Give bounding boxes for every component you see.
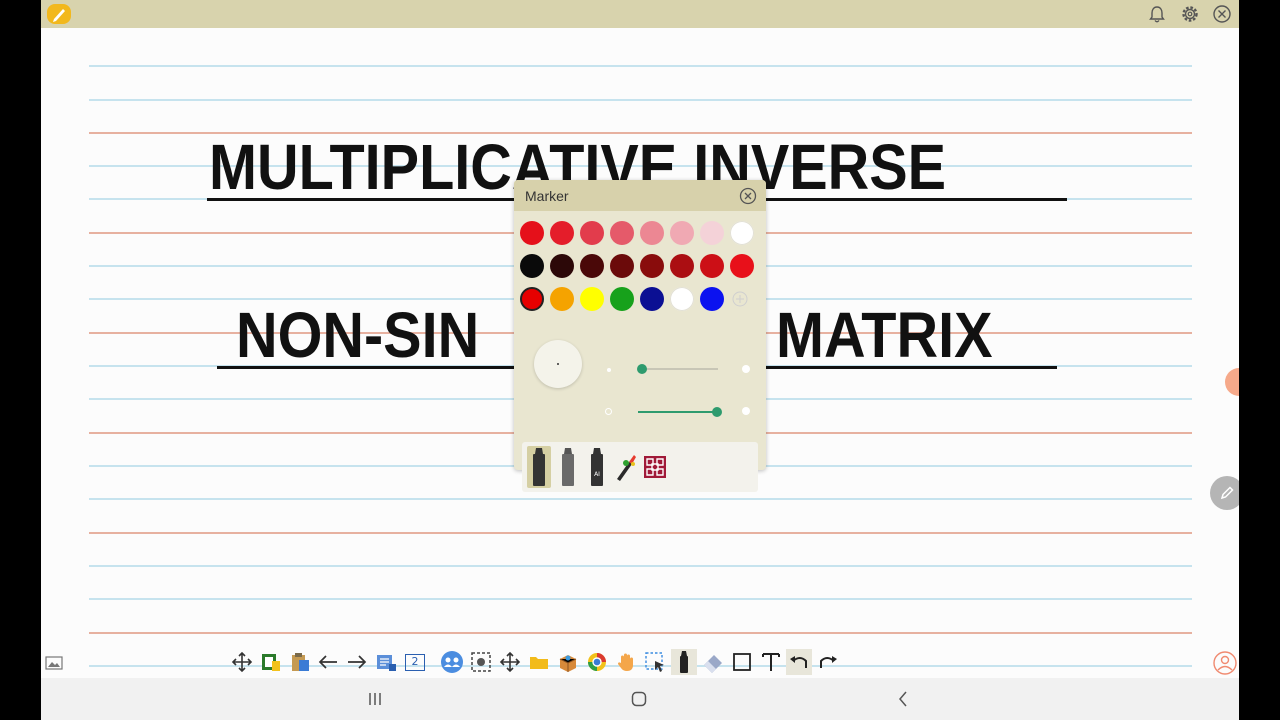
ai-pen-tool-icon[interactable]: AI bbox=[589, 446, 605, 493]
screenshot-icon[interactable] bbox=[468, 649, 494, 675]
clipboard-icon[interactable] bbox=[287, 649, 313, 675]
color-swatch[interactable] bbox=[730, 221, 754, 245]
pen-type-tray: AI bbox=[522, 442, 758, 492]
color-swatch[interactable] bbox=[670, 254, 694, 278]
color-swatch[interactable] bbox=[610, 287, 634, 311]
color-swatch[interactable] bbox=[580, 287, 604, 311]
page-indicator: 2 bbox=[405, 653, 425, 671]
recent-apps-icon[interactable] bbox=[368, 692, 382, 711]
magic-pen-tool-icon[interactable] bbox=[614, 452, 638, 487]
gear-icon[interactable] bbox=[1180, 4, 1200, 24]
color-swatch[interactable] bbox=[730, 254, 754, 278]
opacity-min-dot bbox=[605, 408, 612, 415]
box-tools-icon[interactable] bbox=[555, 649, 581, 675]
text-icon[interactable] bbox=[758, 649, 784, 675]
size-slider-thumb[interactable] bbox=[637, 364, 647, 374]
marker-panel-title: Marker bbox=[525, 188, 569, 204]
pen-app-icon[interactable] bbox=[46, 2, 72, 26]
home-icon[interactable] bbox=[631, 691, 647, 712]
image-icon[interactable] bbox=[45, 655, 63, 671]
profile-icon[interactable] bbox=[1213, 651, 1237, 675]
top-bar bbox=[41, 0, 1239, 28]
bell-icon[interactable] bbox=[1147, 4, 1167, 24]
color-swatch[interactable] bbox=[520, 254, 544, 278]
color-swatch[interactable] bbox=[700, 287, 724, 311]
opacity-max-dot bbox=[742, 407, 750, 415]
color-swatch[interactable] bbox=[580, 221, 604, 245]
add-page-icon[interactable] bbox=[373, 649, 399, 675]
size-max-dot bbox=[742, 365, 750, 373]
pencil-icon bbox=[1220, 486, 1234, 500]
pan-icon[interactable] bbox=[497, 649, 523, 675]
color-swatch[interactable] bbox=[670, 287, 694, 311]
undo-icon[interactable] bbox=[786, 649, 812, 675]
marker-panel: Marker AI bbox=[514, 180, 766, 492]
color-swatch[interactable] bbox=[550, 221, 574, 245]
select-area-icon[interactable] bbox=[642, 649, 668, 675]
color-swatch[interactable] bbox=[580, 254, 604, 278]
opacity-slider-thumb[interactable] bbox=[712, 407, 722, 417]
add-color-icon[interactable] bbox=[730, 289, 750, 309]
color-swatch[interactable] bbox=[610, 221, 634, 245]
title-line-2-right: MATRIX bbox=[776, 299, 993, 371]
hand-icon[interactable] bbox=[613, 649, 639, 675]
screen: MULTIPLICATIVE INVERSE NON-SIN MATRIX Ma… bbox=[41, 0, 1239, 720]
pattern-tool-icon[interactable] bbox=[644, 456, 666, 478]
title-line-2-left: NON-SIN bbox=[236, 299, 480, 371]
arrow-right-icon[interactable] bbox=[344, 649, 370, 675]
folder-icon[interactable] bbox=[526, 649, 552, 675]
color-swatch[interactable] bbox=[550, 254, 574, 278]
page-number-icon[interactable]: 2 bbox=[402, 649, 428, 675]
eraser-icon[interactable] bbox=[700, 649, 726, 675]
pen-tool-icon[interactable] bbox=[531, 446, 547, 493]
share-people-icon[interactable] bbox=[439, 649, 465, 675]
marker-panel-header: Marker bbox=[514, 180, 766, 211]
size-slider-track[interactable] bbox=[637, 364, 718, 374]
edit-fab-button[interactable] bbox=[1210, 476, 1239, 510]
color-swatch[interactable] bbox=[550, 287, 574, 311]
color-swatch[interactable] bbox=[610, 254, 634, 278]
color-swatch[interactable] bbox=[640, 254, 664, 278]
color-swatch[interactable] bbox=[520, 221, 544, 245]
marker-tool-icon[interactable] bbox=[560, 446, 576, 493]
color-swatch[interactable] bbox=[670, 221, 694, 245]
size-min-dot bbox=[607, 368, 611, 372]
browser-icon[interactable] bbox=[584, 649, 610, 675]
rectangle-icon[interactable] bbox=[729, 649, 755, 675]
marker-close-icon[interactable] bbox=[739, 187, 757, 205]
move-icon[interactable] bbox=[229, 649, 255, 675]
arrow-left-icon[interactable] bbox=[315, 649, 341, 675]
selected-color-swatch[interactable] bbox=[520, 287, 544, 311]
svg-text:AI: AI bbox=[594, 471, 600, 478]
color-swatch[interactable] bbox=[700, 221, 724, 245]
close-icon[interactable] bbox=[1212, 4, 1232, 24]
export-sheet-icon[interactable] bbox=[258, 649, 284, 675]
opacity-slider-track[interactable] bbox=[638, 407, 722, 417]
side-handle-orange[interactable] bbox=[1225, 368, 1239, 396]
marker-pen-icon[interactable] bbox=[671, 649, 697, 675]
color-swatch[interactable] bbox=[640, 221, 664, 245]
color-swatch[interactable] bbox=[700, 254, 724, 278]
color-swatch[interactable] bbox=[640, 287, 664, 311]
back-icon[interactable] bbox=[897, 691, 909, 712]
redo-icon[interactable] bbox=[815, 649, 841, 675]
stroke-preview bbox=[534, 340, 582, 388]
system-nav-bar bbox=[41, 678, 1239, 720]
